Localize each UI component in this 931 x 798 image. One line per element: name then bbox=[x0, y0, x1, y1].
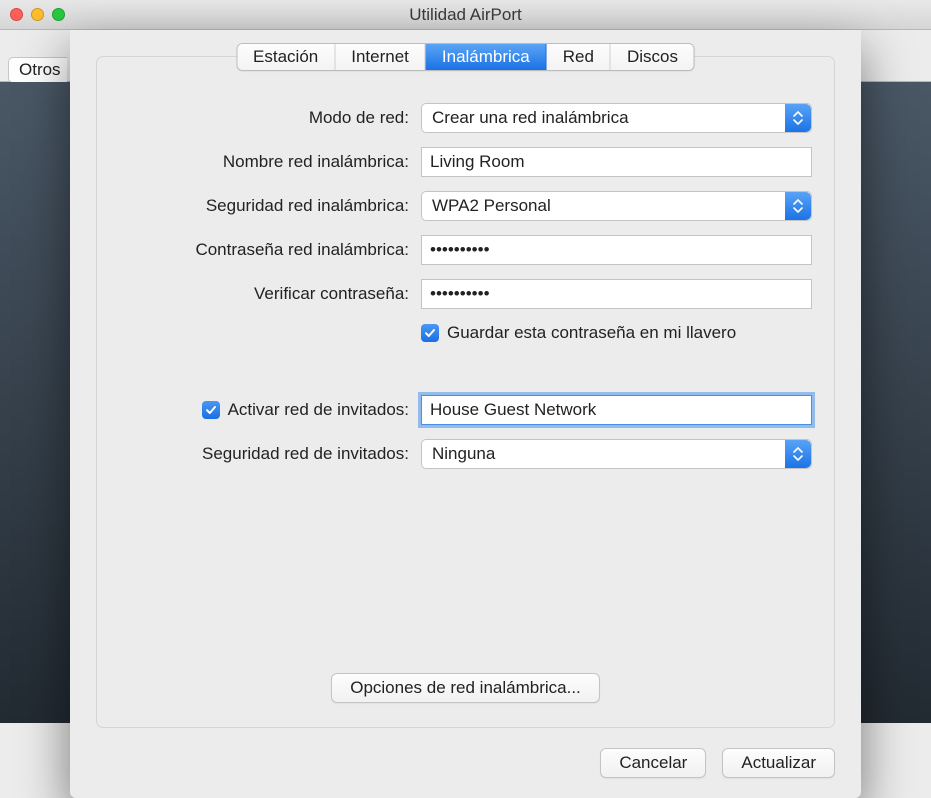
remember-password-label: Guardar esta contraseña en mi llavero bbox=[447, 323, 736, 343]
enable-guest-text: Activar red de invitados: bbox=[228, 400, 409, 420]
network-name-field[interactable] bbox=[421, 147, 812, 177]
settings-sheet: Estación base Internet Inalámbrica Red D… bbox=[70, 30, 861, 798]
label-network-mode: Modo de red: bbox=[119, 108, 409, 128]
label-guest-security: Seguridad red de invitados: bbox=[119, 444, 409, 464]
wireless-options-button[interactable]: Opciones de red inalámbrica... bbox=[331, 673, 600, 703]
chevron-updown-icon bbox=[785, 192, 811, 220]
remember-password-checkbox[interactable] bbox=[421, 324, 439, 342]
other-devices-button[interactable]: Otros bbox=[8, 57, 67, 83]
chevron-updown-icon bbox=[785, 440, 811, 468]
wireless-security-popup[interactable]: WPA2 Personal bbox=[421, 191, 812, 221]
cancel-button[interactable]: Cancelar bbox=[600, 748, 706, 778]
settings-panel: Estación base Internet Inalámbrica Red D… bbox=[96, 56, 835, 728]
tab-base-station[interactable]: Estación base bbox=[237, 44, 335, 70]
close-window-button[interactable] bbox=[10, 8, 23, 21]
label-network-name: Nombre red inalámbrica: bbox=[119, 152, 409, 172]
tab-network[interactable]: Red bbox=[547, 44, 611, 70]
network-mode-value: Crear una red inalámbrica bbox=[432, 108, 629, 128]
zoom-window-button[interactable] bbox=[52, 8, 65, 21]
label-security: Seguridad red inalámbrica: bbox=[119, 196, 409, 216]
traffic-lights bbox=[10, 8, 65, 21]
label-password: Contraseña red inalámbrica: bbox=[119, 240, 409, 260]
sheet-footer: Cancelar Actualizar bbox=[96, 748, 835, 778]
chevron-updown-icon bbox=[785, 104, 811, 132]
minimize-window-button[interactable] bbox=[31, 8, 44, 21]
wireless-password-field[interactable] bbox=[421, 235, 812, 265]
window-title: Utilidad AirPort bbox=[0, 5, 931, 25]
wireless-form: Modo de red: Crear una red inalámbrica N… bbox=[119, 103, 812, 469]
tab-wireless[interactable]: Inalámbrica bbox=[426, 44, 547, 70]
network-mode-popup[interactable]: Crear una red inalámbrica bbox=[421, 103, 812, 133]
label-verify: Verificar contraseña: bbox=[119, 284, 409, 304]
tab-internet[interactable]: Internet bbox=[335, 44, 426, 70]
wireless-security-value: WPA2 Personal bbox=[432, 196, 551, 216]
tab-disks[interactable]: Discos bbox=[611, 44, 694, 70]
guest-security-value: Ninguna bbox=[432, 444, 495, 464]
update-button[interactable]: Actualizar bbox=[722, 748, 835, 778]
settings-tabbar: Estación base Internet Inalámbrica Red D… bbox=[236, 43, 695, 71]
guest-security-popup[interactable]: Ninguna bbox=[421, 439, 812, 469]
enable-guest-checkbox[interactable] bbox=[202, 401, 220, 419]
label-enable-guest: Activar red de invitados: bbox=[119, 400, 409, 420]
guest-network-name-field[interactable] bbox=[421, 395, 812, 425]
window-titlebar: Utilidad AirPort bbox=[0, 0, 931, 30]
verify-password-field[interactable] bbox=[421, 279, 812, 309]
